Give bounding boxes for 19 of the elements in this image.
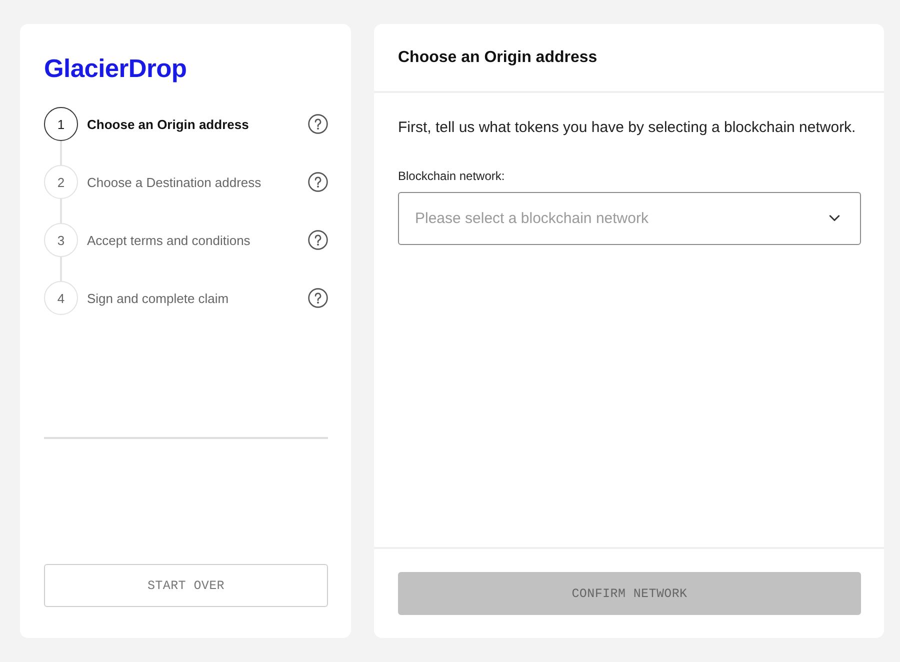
step-number: 4	[44, 281, 78, 315]
step-number: 2	[44, 165, 78, 199]
step-label: Choose an Origin address	[87, 116, 250, 132]
start-over-button[interactable]: START OVER	[44, 564, 328, 607]
help-icon[interactable]	[308, 230, 328, 250]
intro-text: First, tell us what tokens you have by selecting a blockchain network.	[398, 119, 857, 137]
step-label: Accept terms and conditions	[87, 232, 252, 248]
network-select[interactable]: Please select a blockchain network	[398, 192, 861, 245]
logo: GlacierDrop	[44, 54, 187, 84]
page-title: Choose an Origin address	[398, 48, 598, 66]
help-icon[interactable]	[308, 114, 328, 134]
help-icon[interactable]	[308, 288, 328, 308]
field-label: Blockchain network:	[398, 169, 506, 183]
chevron-down-icon	[829, 215, 840, 222]
step-label: Choose a Destination address	[87, 174, 262, 190]
step-label: Sign and complete claim	[87, 290, 230, 306]
step-number: 1	[44, 107, 78, 141]
help-icon[interactable]	[308, 172, 328, 192]
step-number: 3	[44, 223, 78, 257]
